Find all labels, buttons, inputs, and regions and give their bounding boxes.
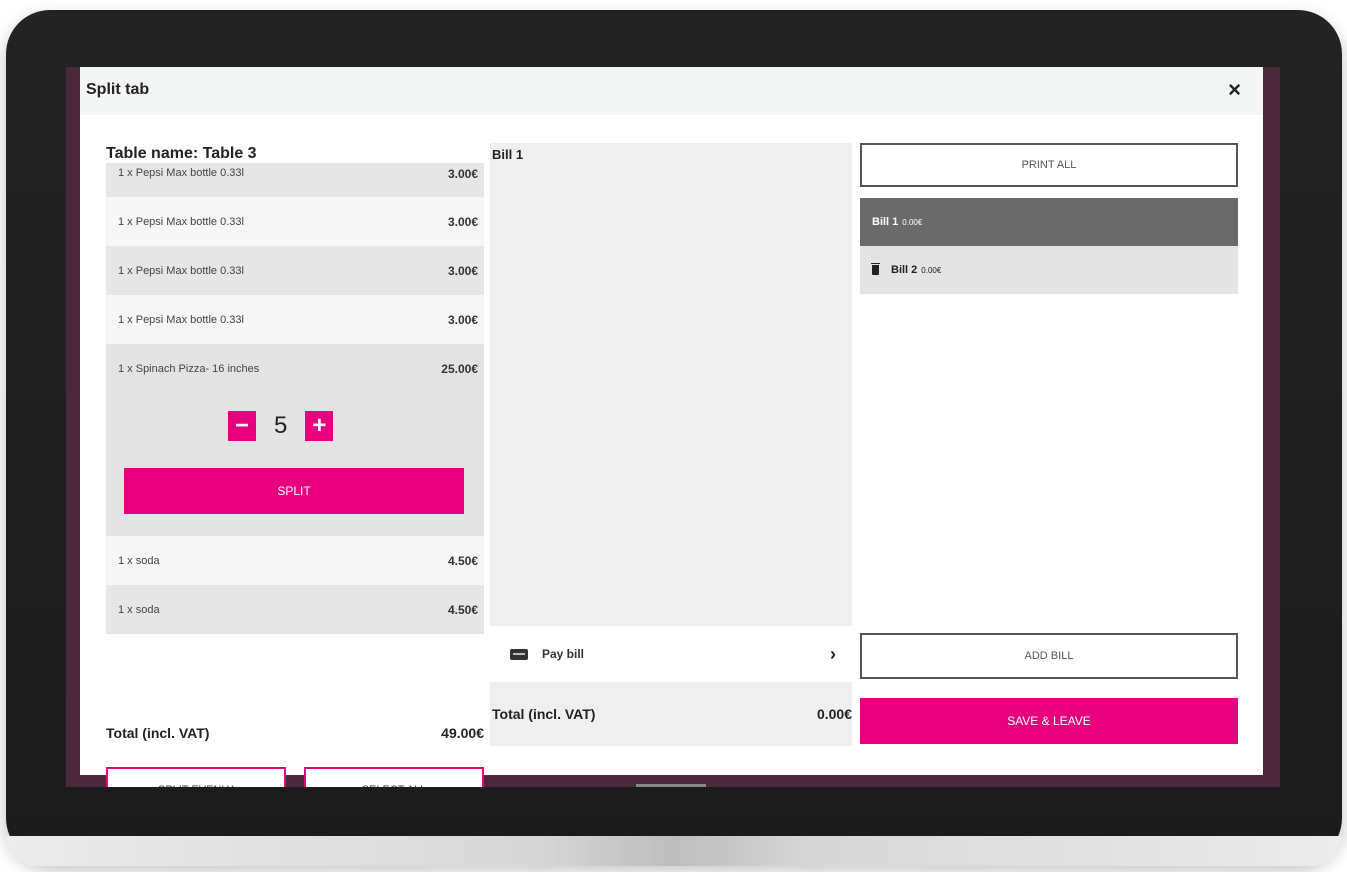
decrease-button[interactable]: −: [228, 411, 256, 441]
increase-button[interactable]: +: [305, 411, 334, 441]
bills-panel: PRINT ALL Bill 1 0.00€ Bill 2 0.00€ ADD …: [860, 143, 1238, 745]
bill-title: Bill 1: [492, 147, 524, 162]
tablet-base: [6, 836, 1342, 866]
bill-name: Bill 2: [891, 264, 918, 276]
item-price: 3.00€: [447, 214, 478, 229]
bill-list-item[interactable]: Bill 1 0.00€: [860, 198, 1238, 246]
credit-card-icon: [510, 648, 528, 660]
left-total-value: 49.00€: [441, 725, 484, 741]
quantity-value: 5: [274, 412, 288, 439]
left-total-label: Total (incl. VAT): [106, 725, 210, 741]
close-icon[interactable]: ×: [1228, 77, 1241, 103]
split-tab-dialog: Split tab × Table name: Table 3 1 x Peps…: [80, 67, 1263, 787]
split-evenly-button[interactable]: SPLIT EVENLY: [106, 767, 286, 787]
item-price: 4.50€: [447, 553, 478, 568]
bill-drop-area[interactable]: Bill 1: [490, 143, 852, 626]
item-label: 1 x Pepsi Max bottle 0.33l: [118, 215, 244, 228]
list-item[interactable]: 1 x Pepsi Max bottle 0.33l 3.00€: [106, 163, 484, 197]
bill-total-label: Total (incl. VAT): [492, 706, 596, 722]
pay-bill-button[interactable]: Pay bill ›: [490, 626, 852, 682]
bill-amount: 0.00€: [902, 217, 923, 227]
list-item[interactable]: 1 x Pepsi Max bottle 0.33l 3.00€: [106, 246, 484, 295]
item-label: 1 x Spinach Pizza- 16 inches: [118, 362, 260, 375]
item-price: 25.00€: [441, 361, 478, 376]
list-item[interactable]: 1 x soda 4.50€: [106, 585, 484, 634]
item-price: 4.50€: [447, 602, 478, 617]
order-items-list: 1 x Pepsi Max bottle 0.33l 3.00€ 1 x Pep…: [106, 163, 484, 634]
item-price: 3.00€: [447, 167, 478, 181]
item-label: 1 x soda: [118, 603, 160, 616]
item-price: 3.00€: [447, 312, 478, 327]
list-item[interactable]: 1 x soda 4.50€: [106, 536, 484, 585]
list-item[interactable]: 1 x Pepsi Max bottle 0.33l 3.00€: [106, 295, 484, 344]
item-label: 1 x Pepsi Max bottle 0.33l: [118, 167, 244, 179]
pay-bill-label: Pay bill: [542, 647, 585, 661]
bill-total: Total (incl. VAT) 0.00€: [490, 682, 852, 746]
left-total: Total (incl. VAT) 49.00€: [106, 725, 484, 741]
home-indicator: [636, 784, 706, 787]
item-label: 1 x soda: [118, 554, 160, 567]
item-label: 1 x Pepsi Max bottle 0.33l: [118, 313, 244, 326]
screen: Split tab × Table name: Table 3 1 x Peps…: [66, 67, 1280, 787]
item-label: 1 x Pepsi Max bottle 0.33l: [118, 264, 244, 277]
bill-panel: Bill 1 Pay bill › Total (incl. VAT) 0.00…: [490, 143, 852, 746]
bill-amount: 0.00€: [921, 265, 942, 275]
chevron-right-icon: ›: [830, 643, 836, 664]
print-all-button[interactable]: PRINT ALL: [860, 143, 1238, 187]
select-all-button[interactable]: SELECT ALL: [304, 767, 484, 787]
split-button[interactable]: SPLIT: [124, 468, 464, 514]
item-price: 3.00€: [447, 263, 478, 278]
add-bill-button[interactable]: ADD BILL: [860, 633, 1238, 679]
trash-icon[interactable]: [871, 263, 880, 275]
list-item[interactable]: 1 x Pepsi Max bottle 0.33l 3.00€: [106, 197, 484, 246]
save-leave-button[interactable]: SAVE & LEAVE: [860, 698, 1238, 744]
bill-list-item[interactable]: Bill 2 0.00€: [860, 246, 1238, 294]
expanded-list-item: 1 x Spinach Pizza- 16 inches 25.00€ − 5 …: [106, 344, 484, 536]
list-item[interactable]: 1 x Spinach Pizza- 16 inches 25.00€: [106, 344, 484, 393]
bill-name: Bill 1: [872, 216, 899, 228]
bill-total-value: 0.00€: [816, 706, 852, 722]
dialog-title: Split tab: [86, 81, 150, 98]
dialog-header: Split tab ×: [80, 67, 1263, 115]
quantity-stepper: − 5 +: [228, 411, 334, 441]
table-name: Table name: Table 3: [106, 145, 257, 162]
